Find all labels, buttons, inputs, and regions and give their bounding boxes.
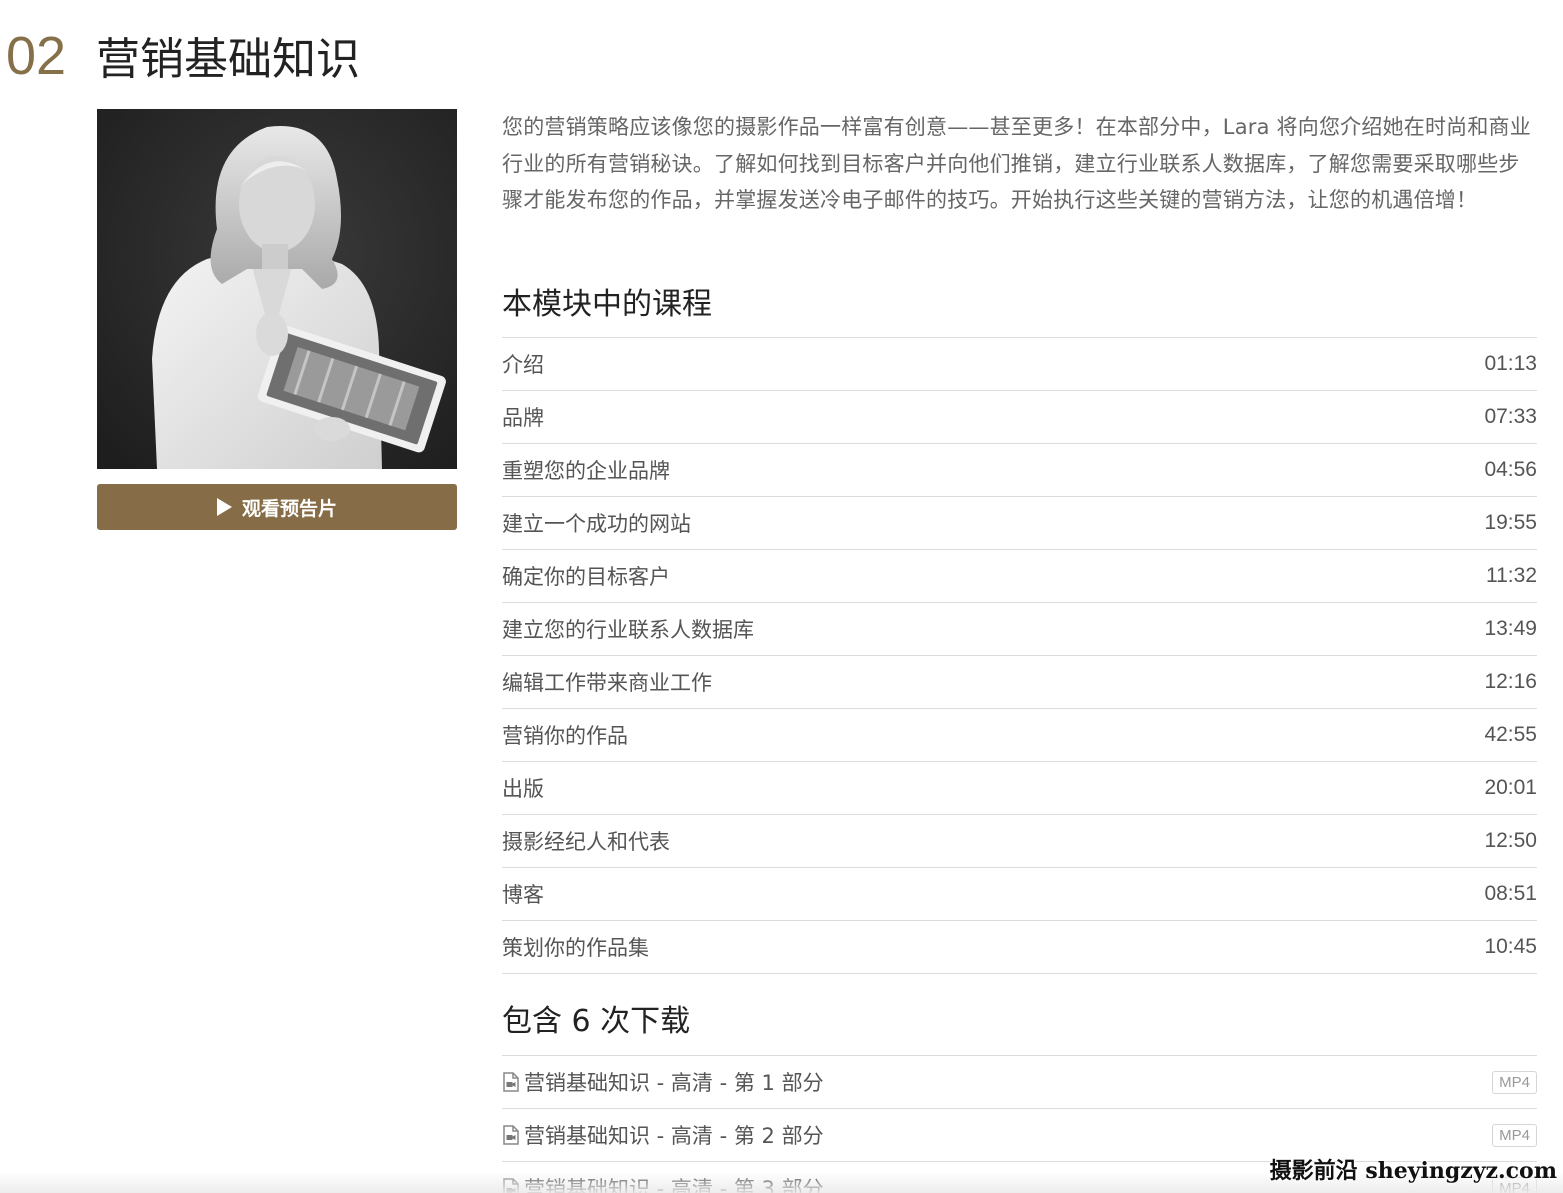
lesson-duration: 07:33 [1484,405,1537,428]
lesson-title: 编辑工作带来商业工作 [502,671,712,695]
lesson-duration: 42:55 [1484,723,1537,746]
lesson-duration: 20:01 [1484,776,1537,799]
lesson-row[interactable]: 策划你的作品集 10:45 [502,921,1537,974]
lesson-row[interactable]: 介绍 01:13 [502,338,1537,391]
instructor-photo [97,109,457,469]
module-title: 营销基础知识 [96,34,360,85]
lesson-row[interactable]: 品牌 07:33 [502,391,1537,444]
lesson-row[interactable]: 建立您的行业联系人数据库 13:49 [502,603,1537,656]
module-details: 您的营销策略应该像您的摄影作品一样富有创意——甚至更多！在本部分中，Lara 将… [502,109,1537,1193]
lesson-row[interactable]: 建立一个成功的网站 19:55 [502,497,1537,550]
lesson-duration: 01:13 [1484,352,1537,375]
lesson-duration: 13:49 [1484,617,1537,640]
lesson-title: 重塑您的企业品牌 [502,459,670,483]
video-file-icon [502,1072,520,1092]
download-row[interactable]: 营销基础知识 - 高清 - 第 1 部分 MP4 [502,1056,1537,1109]
lesson-title: 出版 [502,777,544,801]
lesson-title: 建立一个成功的网站 [502,512,691,536]
watch-trailer-label: 观看预告片 [241,497,337,520]
module-page: 02 营销基础知识 观看预告片 您的营销策略应该像您的摄影作品一样富有创意——甚… [0,0,1563,1193]
watch-trailer-button[interactable]: 观看预告片 [97,484,457,530]
lesson-title: 确定你的目标客户 [502,565,670,589]
download-title: 营销基础知识 - 高清 - 第 1 部分 [524,1071,824,1095]
lesson-title: 建立您的行业联系人数据库 [502,618,754,642]
lesson-duration: 19:55 [1484,511,1537,534]
format-badge: MP4 [1492,1123,1537,1147]
download-info: 营销基础知识 - 高清 - 第 2 部分 [502,1120,824,1150]
lessons-heading: 本模块中的课程 [502,287,712,322]
lesson-title: 博客 [502,883,544,907]
lesson-row[interactable]: 确定你的目标客户 11:32 [502,550,1537,603]
lesson-row[interactable]: 重塑您的企业品牌 04:56 [502,444,1537,497]
lesson-row[interactable]: 出版 20:01 [502,762,1537,815]
lesson-duration: 11:32 [1486,564,1537,587]
format-badge: MP4 [1492,1070,1537,1094]
lesson-duration: 10:45 [1484,935,1537,958]
downloads-heading: 包含 6 次下载 [502,1004,691,1039]
lesson-title: 品牌 [502,406,544,430]
lesson-list: 介绍 01:13 品牌 07:33 重塑您的企业品牌 04:56 建立一个成功的网站 19:5… [502,337,1537,974]
download-title: 营销基础知识 - 高清 - 第 2 部分 [524,1124,824,1148]
download-info: 营销基础知识 - 高清 - 第 1 部分 [502,1067,824,1097]
lesson-title: 摄影经纪人和代表 [502,830,670,854]
lesson-title: 营销你的作品 [502,724,628,748]
lesson-duration: 04:56 [1484,458,1537,481]
module-hero-image [97,109,457,469]
play-icon [216,498,232,516]
lesson-duration: 12:16 [1484,670,1537,693]
module-number: 02 [6,26,67,86]
lesson-row[interactable]: 编辑工作带来商业工作 12:16 [502,656,1537,709]
lesson-row[interactable]: 博客 08:51 [502,868,1537,921]
module-description: 您的营销策略应该像您的摄影作品一样富有创意——甚至更多！在本部分中，Lara 将… [502,115,1531,212]
lesson-duration: 12:50 [1484,829,1537,852]
lesson-row[interactable]: 营销你的作品 42:55 [502,709,1537,762]
lesson-row[interactable]: 摄影经纪人和代表 12:50 [502,815,1537,868]
video-file-icon [502,1125,520,1145]
lesson-title: 介绍 [502,353,544,377]
watermark: 摄影前沿 sheyingzyz.com [1269,1158,1557,1184]
lesson-title: 策划你的作品集 [502,936,649,960]
lesson-duration: 08:51 [1484,882,1537,905]
